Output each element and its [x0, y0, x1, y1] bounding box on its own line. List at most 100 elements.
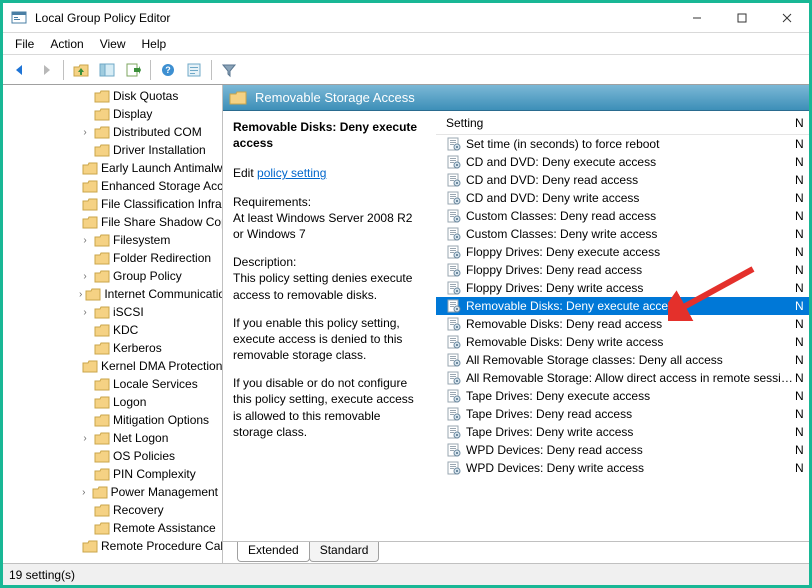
tree-item[interactable]: › Power Management: [3, 483, 222, 501]
list-row[interactable]: Tape Drives: Deny read accessN: [436, 405, 809, 423]
column-setting[interactable]: Setting: [446, 116, 795, 130]
content: Removable Disks: Deny execute access Edi…: [223, 111, 809, 541]
help-button[interactable]: ?: [157, 59, 179, 81]
chevron-right-icon[interactable]: ›: [79, 487, 89, 498]
list-row[interactable]: WPD Devices: Deny write accessN: [436, 459, 809, 477]
tree: Disk QuotasDisplay›Distributed COMDriver…: [3, 85, 222, 557]
tree-item[interactable]: ›Group Policy: [3, 267, 222, 285]
tree-item-label: Kernel DMA Protection: [101, 359, 222, 373]
chevron-right-icon[interactable]: ›: [79, 271, 91, 282]
tree-item[interactable]: ›iSCSI: [3, 303, 222, 321]
menu-action[interactable]: Action: [42, 35, 91, 53]
tree-item[interactable]: Display: [3, 105, 222, 123]
tab-extended[interactable]: Extended: [237, 542, 310, 562]
tree-item-label: Power Management: [111, 485, 218, 499]
tree-item[interactable]: KDC: [3, 321, 222, 339]
chevron-right-icon[interactable]: ›: [79, 433, 91, 444]
app-icon: [11, 10, 27, 26]
list-row[interactable]: Custom Classes: Deny read accessN: [436, 207, 809, 225]
tree-scroll[interactable]: Disk QuotasDisplay›Distributed COMDriver…: [3, 85, 222, 563]
window-title: Local Group Policy Editor: [35, 11, 674, 25]
tree-item[interactable]: Early Launch Antimalware: [3, 159, 222, 177]
up-button[interactable]: [70, 59, 92, 81]
row-state: N: [795, 317, 809, 331]
policy-icon: [446, 281, 462, 295]
list-row[interactable]: Removable Disks: Deny execute accessN: [436, 297, 809, 315]
chevron-right-icon[interactable]: ›: [79, 235, 91, 246]
tree-item[interactable]: PIN Complexity: [3, 465, 222, 483]
list-row[interactable]: CD and DVD: Deny execute accessN: [436, 153, 809, 171]
tree-item[interactable]: Recovery: [3, 501, 222, 519]
close-button[interactable]: [764, 3, 809, 33]
policy-icon: [446, 263, 462, 277]
list-row[interactable]: Custom Classes: Deny write accessN: [436, 225, 809, 243]
tree-item[interactable]: Mitigation Options: [3, 411, 222, 429]
tree-item[interactable]: File Classification Infrastructure: [3, 195, 222, 213]
settings-list-pane[interactable]: Setting N Set time (in seconds) to force…: [436, 111, 809, 541]
properties-button[interactable]: [183, 59, 205, 81]
row-label: Tape Drives: Deny read access: [466, 407, 795, 421]
folder-icon: [82, 197, 98, 211]
tree-item[interactable]: Driver Installation: [3, 141, 222, 159]
chevron-right-icon[interactable]: ›: [79, 307, 91, 318]
list-row[interactable]: Floppy Drives: Deny execute accessN: [436, 243, 809, 261]
tree-item[interactable]: ›Distributed COM: [3, 123, 222, 141]
tree-item[interactable]: ›Net Logon: [3, 429, 222, 447]
tree-item-label: Folder Redirection: [113, 251, 211, 265]
tree-item[interactable]: Kerberos: [3, 339, 222, 357]
tab-standard[interactable]: Standard: [309, 542, 380, 562]
list-row[interactable]: Set time (in seconds) to force rebootN: [436, 135, 809, 153]
tree-item[interactable]: Logon: [3, 393, 222, 411]
row-state: N: [795, 389, 809, 403]
tree-item[interactable]: Kernel DMA Protection: [3, 357, 222, 375]
filter-button[interactable]: [218, 59, 240, 81]
row-state: N: [795, 173, 809, 187]
menu-view[interactable]: View: [92, 35, 134, 53]
tree-item[interactable]: File Share Shadow Copy: [3, 213, 222, 231]
tree-item[interactable]: Enhanced Storage Access: [3, 177, 222, 195]
tree-item[interactable]: ›Filesystem: [3, 231, 222, 249]
tree-item[interactable]: Remote Assistance: [3, 519, 222, 537]
row-state: N: [795, 209, 809, 223]
row-label: CD and DVD: Deny read access: [466, 173, 795, 187]
list-row[interactable]: All Removable Storage: Allow direct acce…: [436, 369, 809, 387]
row-label: Removable Disks: Deny execute access: [466, 299, 795, 313]
toolbar-separator: [211, 60, 212, 80]
list-row[interactable]: Floppy Drives: Deny write accessN: [436, 279, 809, 297]
export-list-button[interactable]: [122, 59, 144, 81]
list-row[interactable]: Tape Drives: Deny write accessN: [436, 423, 809, 441]
column-state[interactable]: N: [795, 116, 809, 130]
minimize-button[interactable]: [674, 3, 719, 33]
status-text: 19 setting(s): [9, 568, 75, 582]
policy-icon: [446, 317, 462, 331]
list-row[interactable]: Floppy Drives: Deny read accessN: [436, 261, 809, 279]
tree-item[interactable]: Remote Procedure Call: [3, 537, 222, 555]
tree-item[interactable]: Locale Services: [3, 375, 222, 393]
maximize-button[interactable]: [719, 3, 764, 33]
list-row[interactable]: CD and DVD: Deny write accessN: [436, 189, 809, 207]
back-button[interactable]: [9, 59, 31, 81]
list-row[interactable]: All Removable Storage classes: Deny all …: [436, 351, 809, 369]
menu-file[interactable]: File: [7, 35, 42, 53]
list-row[interactable]: Removable Disks: Deny write accessN: [436, 333, 809, 351]
tree-item[interactable]: OS Policies: [3, 447, 222, 465]
policy-icon: [446, 389, 462, 403]
tree-item[interactable]: Folder Redirection: [3, 249, 222, 267]
row-label: CD and DVD: Deny execute access: [466, 155, 795, 169]
tree-item[interactable]: ›Internet Communication: [3, 285, 222, 303]
tabstrip: Extended Standard: [223, 541, 809, 563]
show-hide-tree-button[interactable]: [96, 59, 118, 81]
menu-help[interactable]: Help: [134, 35, 175, 53]
tree-item-label: PIN Complexity: [113, 467, 196, 481]
folder-icon: [94, 143, 110, 157]
forward-button[interactable]: [35, 59, 57, 81]
list-row[interactable]: WPD Devices: Deny read accessN: [436, 441, 809, 459]
list-row[interactable]: CD and DVD: Deny read accessN: [436, 171, 809, 189]
chevron-right-icon[interactable]: ›: [79, 289, 82, 300]
list-row[interactable]: Tape Drives: Deny execute accessN: [436, 387, 809, 405]
list-row[interactable]: Removable Disks: Deny read accessN: [436, 315, 809, 333]
chevron-right-icon[interactable]: ›: [79, 127, 91, 138]
row-state: N: [795, 299, 809, 313]
edit-policy-link[interactable]: policy setting: [257, 166, 326, 180]
tree-item[interactable]: Disk Quotas: [3, 87, 222, 105]
